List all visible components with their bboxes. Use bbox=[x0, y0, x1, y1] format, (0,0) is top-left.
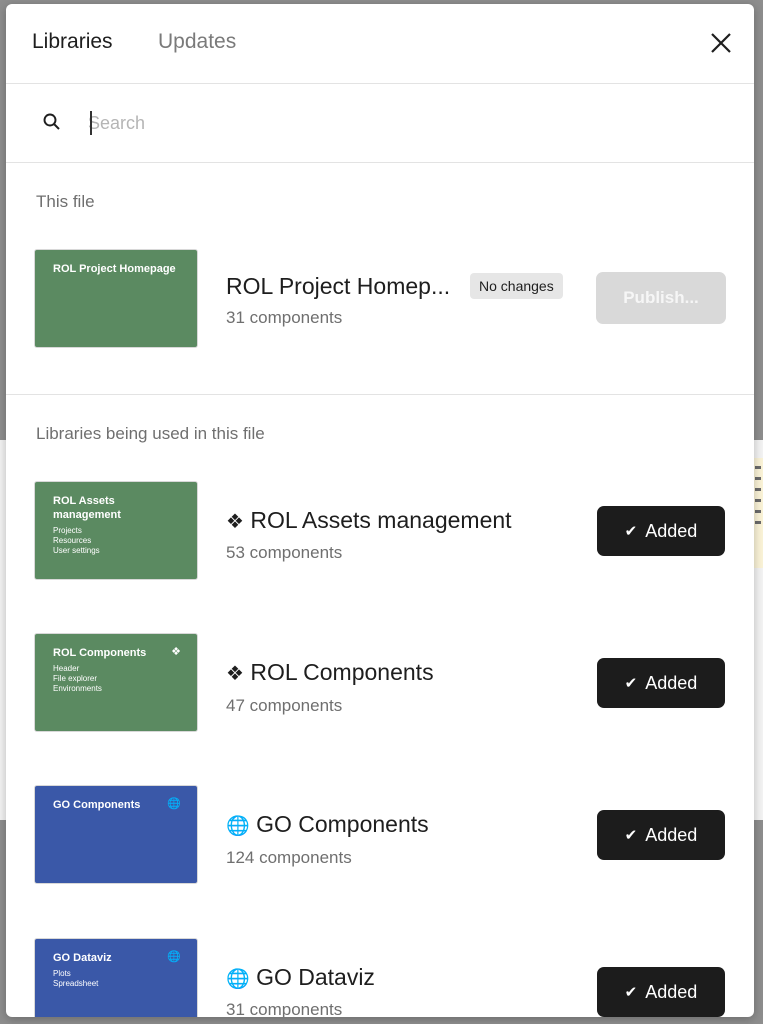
added-button-label: Added bbox=[645, 672, 698, 693]
library-row-this-file: ROL Project Homepage ROL Project Homep..… bbox=[6, 249, 754, 349]
library-name: ROL Project Homep... bbox=[226, 273, 451, 299]
library-count: 31 components bbox=[226, 308, 343, 327]
search-input[interactable] bbox=[88, 108, 708, 138]
search-icon bbox=[43, 113, 60, 130]
added-button-label: Added bbox=[645, 520, 698, 541]
added-button[interactable]: ✔ Added bbox=[597, 967, 725, 1017]
section-divider bbox=[6, 394, 754, 395]
check-icon: ✔ bbox=[624, 827, 638, 844]
globe-icon: 🌐 bbox=[226, 816, 250, 837]
added-button-label: Added bbox=[645, 981, 698, 1002]
thumbnail-title: GO Dataviz bbox=[53, 952, 112, 964]
check-icon: ✔ bbox=[624, 984, 638, 1001]
thumbnail-line: File explorer bbox=[53, 674, 98, 683]
library-count: 124 components bbox=[226, 848, 352, 867]
text-caret bbox=[90, 111, 92, 135]
library-row: GO Dataviz 🌐 Plots Spreadsheet 🌐 GO Data… bbox=[6, 938, 754, 1017]
library-count: 53 components bbox=[226, 543, 343, 562]
check-icon: ✔ bbox=[624, 675, 638, 692]
thumbnail-lines: Plots Spreadsheet bbox=[53, 969, 179, 989]
section-title-this-file: This file bbox=[36, 192, 95, 211]
component-set-icon: ❖ bbox=[226, 663, 244, 685]
thumbnail-lines: Header File explorer Environments bbox=[53, 664, 179, 694]
globe-icon: 🌐 bbox=[226, 969, 250, 990]
thumbnail-line: Projects bbox=[53, 526, 82, 535]
library-name-text: GO Components bbox=[256, 811, 429, 837]
thumbnail-line: Header bbox=[53, 664, 80, 673]
library-row: ROL Components ❖ Header File explorer En… bbox=[6, 633, 754, 733]
library-name-text: ROL Assets management bbox=[250, 507, 512, 533]
library-count: 31 components bbox=[226, 1000, 343, 1017]
library-name: ❖ ROL Assets management bbox=[226, 507, 512, 534]
thumbnail-title: ROL Project Homepage bbox=[53, 263, 176, 275]
thumbnail-line: Plots bbox=[53, 969, 71, 978]
publish-button[interactable]: Publish... bbox=[596, 272, 726, 324]
thumbnail-title: ROL Components bbox=[53, 647, 147, 659]
thumbnail-line: User settings bbox=[53, 546, 100, 555]
component-set-icon: ❖ bbox=[171, 646, 181, 658]
library-thumbnail: GO Components 🌐 bbox=[34, 785, 198, 884]
library-thumbnail: ROL Components ❖ Header File explorer En… bbox=[34, 633, 198, 732]
libraries-modal: Libraries Updates This file ROL Project … bbox=[6, 4, 754, 1017]
status-badge: No changes bbox=[470, 273, 563, 299]
thumbnail-title: ROL Assets management bbox=[53, 495, 121, 521]
library-name-text: GO Dataviz bbox=[256, 964, 375, 990]
thumbnail-title: GO Components bbox=[53, 799, 141, 811]
modal-header: Libraries Updates bbox=[6, 4, 754, 84]
thumbnail-line: Spreadsheet bbox=[53, 979, 99, 988]
close-button[interactable] bbox=[706, 28, 736, 58]
thumbnail-lines: Projects Resources User settings bbox=[53, 526, 179, 556]
component-set-icon: ❖ bbox=[226, 511, 244, 533]
added-button-label: Added bbox=[645, 824, 698, 845]
section-title-used-libraries: Libraries being used in this file bbox=[36, 424, 265, 443]
library-name-text: ROL Components bbox=[250, 659, 434, 685]
added-button[interactable]: ✔ Added bbox=[597, 658, 725, 708]
globe-icon: 🌐 bbox=[167, 798, 181, 810]
library-name: 🌐 GO Dataviz bbox=[226, 964, 375, 991]
library-name: ❖ ROL Components bbox=[226, 659, 434, 686]
thumbnail-line: Environments bbox=[53, 684, 102, 693]
library-thumbnail: GO Dataviz 🌐 Plots Spreadsheet bbox=[34, 938, 198, 1017]
check-icon: ✔ bbox=[624, 523, 638, 540]
library-thumbnail: ROL Assets management Projects Resources… bbox=[34, 481, 198, 580]
globe-icon: 🌐 bbox=[167, 951, 181, 963]
library-count: 47 components bbox=[226, 696, 343, 715]
library-name: 🌐 GO Components bbox=[226, 811, 429, 838]
library-thumbnail: ROL Project Homepage bbox=[34, 249, 198, 348]
library-row: ROL Assets management Projects Resources… bbox=[6, 481, 754, 581]
added-button[interactable]: ✔ Added bbox=[597, 506, 725, 556]
tab-updates[interactable]: Updates bbox=[158, 30, 236, 54]
tab-libraries[interactable]: Libraries bbox=[32, 30, 113, 54]
added-button[interactable]: ✔ Added bbox=[597, 810, 725, 860]
close-icon bbox=[711, 33, 731, 53]
thumbnail-line: Resources bbox=[53, 536, 92, 545]
search-bar bbox=[6, 84, 754, 163]
library-row: GO Components 🌐 🌐 GO Components 124 comp… bbox=[6, 785, 754, 885]
